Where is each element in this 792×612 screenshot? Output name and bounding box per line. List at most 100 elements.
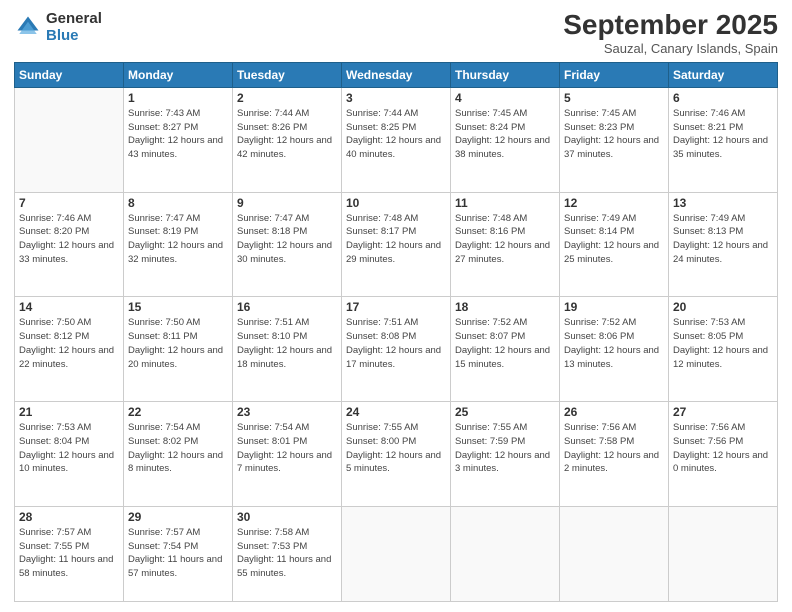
day-number: 25	[455, 405, 555, 419]
daylight-text: Daylight: 12 hours and 25 minutes.	[564, 240, 659, 265]
calendar-cell: 21Sunrise: 7:53 AMSunset: 8:04 PMDayligh…	[15, 402, 124, 507]
day-number: 12	[564, 196, 664, 210]
sunset-text: Sunset: 8:13 PM	[673, 226, 743, 237]
calendar-cell: 25Sunrise: 7:55 AMSunset: 7:59 PMDayligh…	[451, 402, 560, 507]
sunset-text: Sunset: 8:24 PM	[455, 122, 525, 133]
calendar-week-row: 1 Sunrise: 7:43 AM Sunset: 8:27 PM Daylight…	[15, 87, 778, 192]
header: General Blue September 2025 Sauzal, Cana…	[14, 10, 778, 56]
daylight-text: Daylight: 12 hours and 20 minutes.	[128, 345, 223, 370]
day-info: Sunrise: 7:44 AMSunset: 8:26 PMDaylight:…	[237, 107, 337, 162]
daylight-text: Daylight: 12 hours and 7 minutes.	[237, 450, 332, 475]
sunset-text: Sunset: 8:04 PM	[19, 436, 89, 447]
sunset-text: Sunset: 8:21 PM	[673, 122, 743, 133]
calendar-header-wednesday: Wednesday	[342, 62, 451, 87]
day-info: Sunrise: 7:45 AMSunset: 8:24 PMDaylight:…	[455, 107, 555, 162]
sunset-text: Sunset: 8:17 PM	[346, 226, 416, 237]
sunset-text: Sunset: 8:00 PM	[346, 436, 416, 447]
calendar-week-row: 7Sunrise: 7:46 AMSunset: 8:20 PMDaylight…	[15, 192, 778, 297]
day-number: 26	[564, 405, 664, 419]
daylight-text: Daylight: 12 hours and 35 minutes.	[673, 135, 768, 160]
calendar-cell	[669, 506, 778, 601]
day-info: Sunrise: 7:49 AMSunset: 8:13 PMDaylight:…	[673, 212, 773, 267]
calendar-week-row: 21 Sunrise: 7:53 AM Sunset: 8:04 PM Dayligh…	[15, 402, 778, 507]
daylight-text: Daylight: 11 hours and 55 minutes.	[237, 554, 331, 579]
sunset-text: Sunset: 8:26 PM	[237, 122, 307, 133]
sunrise-text: Sunrise: 7:43 AM	[128, 108, 200, 119]
calendar-cell: 12 Sunrise: 7:49 AMSunset: 8:14 PMDayligh…	[560, 192, 669, 297]
calendar-cell: 27 Sunrise: 7:56 AM Sunset: 7:56 PM Dayligh…	[669, 402, 778, 507]
sunset-text: Sunset: 8:19 PM	[128, 226, 198, 237]
day-info: Sunrise: 7:57 AMSunset: 7:54 PMDaylight:…	[128, 526, 228, 581]
daylight-text: Daylight: 12 hours and 30 minutes.	[237, 240, 332, 265]
day-number: 21	[19, 405, 119, 419]
sunrise-text: Sunrise: 7:45 AM	[455, 108, 527, 119]
day-number: 30	[237, 510, 337, 524]
calendar-cell: 26Sunrise: 7:56 AMSunset: 7:58 PMDayligh…	[560, 402, 669, 507]
sunrise-text: Sunrise: 7:44 AM	[237, 108, 309, 119]
day-number: 15	[128, 300, 228, 314]
daylight-text: Daylight: 11 hours and 57 minutes.	[128, 554, 222, 579]
day-number: 6	[673, 91, 773, 105]
daylight-text: Daylight: 12 hours and 5 minutes.	[346, 450, 441, 475]
day-info: Sunrise: 7:56 AM Sunset: 7:56 PM Daylight:…	[673, 421, 773, 476]
sunrise-text: Sunrise: 7:51 AM	[237, 317, 309, 328]
day-number: 16	[237, 300, 337, 314]
calendar-cell: 16Sunrise: 7:51 AMSunset: 8:10 PMDayligh…	[233, 297, 342, 402]
daylight-text: Daylight: 12 hours and 37 minutes.	[564, 135, 659, 160]
main-title: September 2025	[563, 10, 778, 41]
daylight-text: Daylight: 12 hours and 18 minutes.	[237, 345, 332, 370]
daylight-text: Daylight: 12 hours and 0 minutes.	[673, 450, 768, 475]
daylight-text: Daylight: 12 hours and 33 minutes.	[19, 240, 114, 265]
day-info: Sunrise: 7:52 AMSunset: 8:07 PMDaylight:…	[455, 316, 555, 371]
calendar-cell: 3Sunrise: 7:44 AMSunset: 8:25 PMDaylight…	[342, 87, 451, 192]
sunset-text: Sunset: 8:25 PM	[346, 122, 416, 133]
sunrise-text: Sunrise: 7:47 AM	[237, 213, 309, 224]
sunset-text: Sunset: 7:56 PM	[673, 436, 743, 447]
day-info: Sunrise: 7:45 AMSunset: 8:23 PMDaylight:…	[564, 107, 664, 162]
sunrise-text: Sunrise: 7:54 AM	[128, 422, 200, 433]
sunrise-text: Sunrise: 7:55 AM	[455, 422, 527, 433]
day-info: Sunrise: 7:48 AMSunset: 8:17 PMDaylight:…	[346, 212, 446, 267]
sunrise-text: Sunrise: 7:48 AM	[346, 213, 418, 224]
daylight-text: Daylight: 12 hours and 17 minutes.	[346, 345, 441, 370]
day-number: 17	[346, 300, 446, 314]
day-info: Sunrise: 7:47 AMSunset: 8:19 PMDaylight:…	[128, 212, 228, 267]
calendar-cell: 9Sunrise: 7:47 AMSunset: 8:18 PMDaylight…	[233, 192, 342, 297]
sunrise-text: Sunrise: 7:50 AM	[128, 317, 200, 328]
sunrise-text: Sunrise: 7:47 AM	[128, 213, 200, 224]
sunset-text: Sunset: 7:59 PM	[455, 436, 525, 447]
day-info: Sunrise: 7:49 AMSunset: 8:14 PMDaylight:…	[564, 212, 664, 267]
sunrise-text: Sunrise: 7:57 AM	[19, 527, 91, 538]
calendar-cell: 17Sunrise: 7:51 AMSunset: 8:08 PMDayligh…	[342, 297, 451, 402]
day-number: 13	[673, 196, 773, 210]
calendar-header-thursday: Thursday	[451, 62, 560, 87]
sunset-text: Sunset: 8:06 PM	[564, 331, 634, 342]
sunset-text: Sunset: 8:18 PM	[237, 226, 307, 237]
daylight-text: Daylight: 12 hours and 27 minutes.	[455, 240, 550, 265]
day-number: 5	[564, 91, 664, 105]
calendar-cell: 24Sunrise: 7:55 AMSunset: 8:00 PMDayligh…	[342, 402, 451, 507]
day-number: 27	[673, 405, 773, 419]
day-info: Sunrise: 7:47 AM Sunset: 8:18 PM Daylight:…	[237, 212, 337, 267]
calendar-cell: 13 Sunrise: 7:49 AMSunset: 8:13 PMDayligh…	[669, 192, 778, 297]
sunrise-text: Sunrise: 7:54 AM	[237, 422, 309, 433]
day-number: 18	[455, 300, 555, 314]
sunset-text: Sunset: 8:07 PM	[455, 331, 525, 342]
daylight-text: Daylight: 12 hours and 2 minutes.	[564, 450, 659, 475]
sunset-text: Sunset: 8:01 PM	[237, 436, 307, 447]
sunrise-text: Sunrise: 7:53 AM	[19, 422, 91, 433]
day-number: 14	[19, 300, 119, 314]
day-info: Sunrise: 7:44 AMSunset: 8:25 PMDaylight:…	[346, 107, 446, 162]
calendar-cell: 18 Sunrise: 7:52 AMSunset: 8:07 PMDayligh…	[451, 297, 560, 402]
sunrise-text: Sunrise: 7:56 AM	[673, 422, 745, 433]
daylight-text: Daylight: 11 hours and 58 minutes.	[19, 554, 113, 579]
day-info: Sunrise: 7:50 AMSunset: 8:12 PMDaylight:…	[19, 316, 119, 371]
day-info: Sunrise: 7:52 AMSunset: 8:06 PMDaylight:…	[564, 316, 664, 371]
day-info: Sunrise: 7:55 AMSunset: 8:00 PMDaylight:…	[346, 421, 446, 476]
day-number: 19	[564, 300, 664, 314]
sunrise-text: Sunrise: 7:46 AM	[673, 108, 745, 119]
sunset-text: Sunset: 8:27 PM	[128, 122, 198, 133]
day-number: 1	[128, 91, 228, 105]
logo: General Blue	[14, 10, 102, 44]
calendar-cell: 15Sunrise: 7:50 AMSunset: 8:11 PMDayligh…	[124, 297, 233, 402]
